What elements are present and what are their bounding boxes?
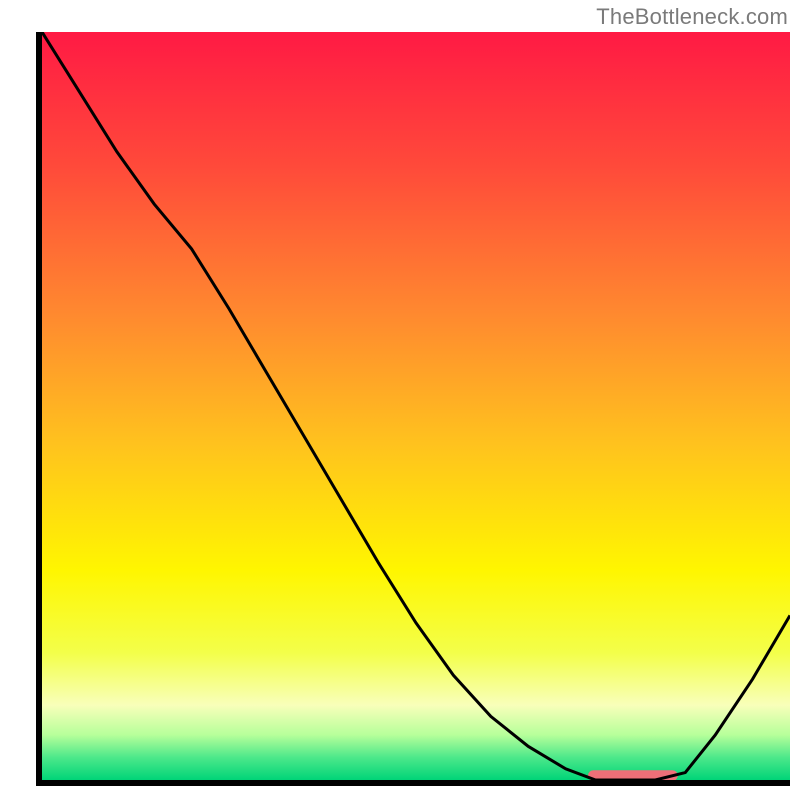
chart-axes xyxy=(36,32,790,786)
chart-background xyxy=(42,32,790,780)
attribution-label: TheBottleneck.com xyxy=(596,4,788,30)
chart-frame: TheBottleneck.com xyxy=(0,0,800,800)
chart-plot xyxy=(42,32,790,780)
